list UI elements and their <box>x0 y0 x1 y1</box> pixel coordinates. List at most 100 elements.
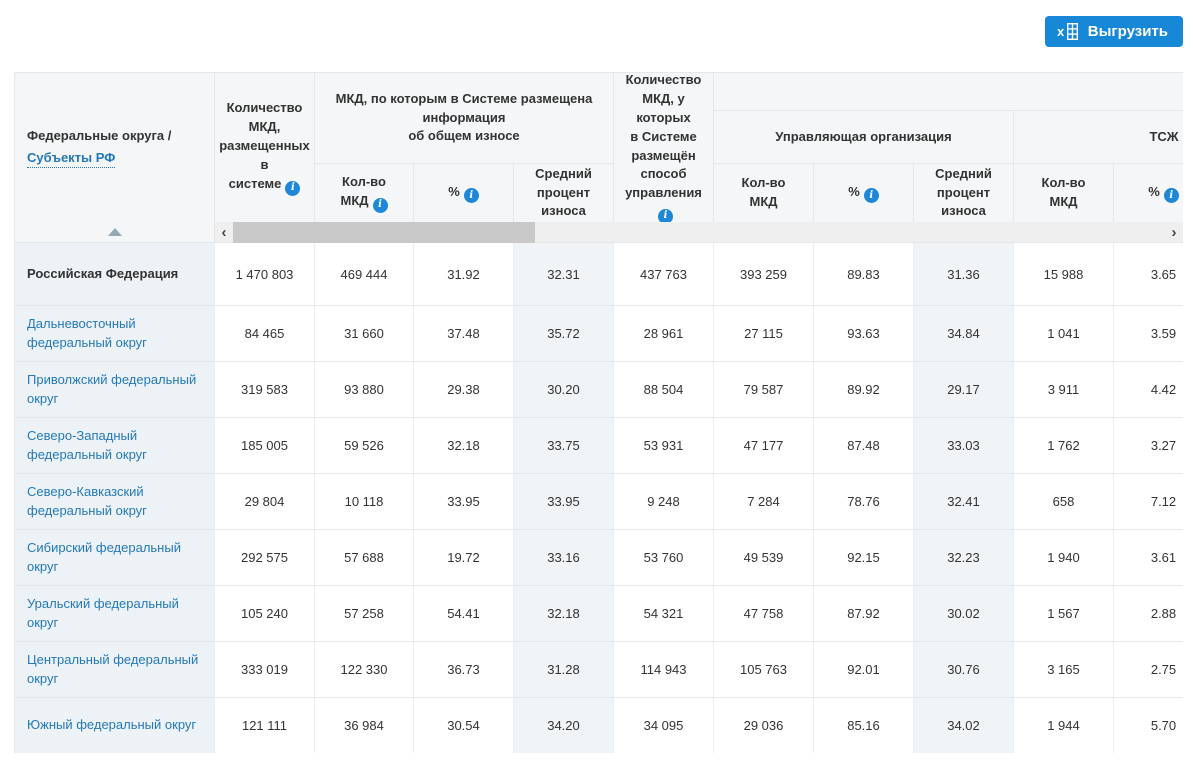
table-header: Федеральные округа / Субъекты РФ Количес… <box>15 73 1183 224</box>
value-cell-uo-average: 34.84 <box>914 306 1014 361</box>
subjects-rf-link[interactable]: Субъекты РФ <box>27 149 116 169</box>
value-cell-wear-count: 93 880 <box>315 362 414 417</box>
value-cell-total-in-system: 84 465 <box>215 306 315 361</box>
table-row: Приволжский федеральный округ 319 583 93… <box>15 362 1183 418</box>
region-link[interactable]: Северо-Кавказский федеральный округ <box>27 483 204 521</box>
value-cell-uo-average: 30.76 <box>914 642 1014 697</box>
region-column-header: Федеральные округа / Субъекты РФ <box>15 73 215 222</box>
header-mgmt-method: Количество МКД, у которых в Системе разм… <box>614 73 714 224</box>
value-cell-tsj-count: 3 911 <box>1014 362 1114 417</box>
horizontal-scrollbar[interactable]: ‹ › <box>215 222 1183 243</box>
value-cell-uo-percent: 92.15 <box>814 530 914 585</box>
export-button[interactable]: x Выгрузить <box>1044 16 1183 47</box>
header-total-in-system-label: Количество МКД, размещенных в системе <box>219 100 310 191</box>
info-icon[interactable]: i <box>863 188 879 204</box>
value-cell-mgmt-method: 28 961 <box>614 306 714 361</box>
value-cell-uo-count: 27 115 <box>714 306 814 361</box>
region-link[interactable]: Южный федеральный округ <box>27 716 196 735</box>
value-cell-uo-average: 32.41 <box>914 474 1014 529</box>
table-body: Российская Федерация 1 470 803 469 444 3… <box>15 243 1183 753</box>
value-cell-wear-count: 59 526 <box>315 418 414 473</box>
region-cell: Сибирский федеральный округ <box>15 530 215 585</box>
value-cell-tsj-count: 3 165 <box>1014 642 1114 697</box>
value-cell-wear-count: 57 688 <box>315 530 414 585</box>
header-wear-average: Средний процент износа <box>514 164 614 222</box>
value-cell-tsj-percent: 3.59 <box>1114 306 1183 361</box>
value-cell-mgmt-method: 34 095 <box>614 698 714 753</box>
value-cell-wear-percent: 36.73 <box>414 642 514 697</box>
region-link[interactable]: Дальневосточный федеральный округ <box>27 315 204 353</box>
value-cell-mgmt-method: 437 763 <box>614 243 714 305</box>
value-cell-total-in-system: 121 111 <box>215 698 315 753</box>
value-cell-wear-average: 33.16 <box>514 530 614 585</box>
region-link[interactable]: Уральский федеральный округ <box>27 595 204 633</box>
value-cell-uo-percent: 92.01 <box>814 642 914 697</box>
header-uo-percent-label: % <box>848 183 860 199</box>
svg-text:x: x <box>1057 24 1065 39</box>
value-cell-wear-average: 32.18 <box>514 586 614 641</box>
value-cell-total-in-system: 29 804 <box>215 474 315 529</box>
value-cell-uo-count: 79 587 <box>714 362 814 417</box>
value-cell-tsj-percent: 3.27 <box>1114 418 1183 473</box>
value-cell-wear-average: 31.28 <box>514 642 614 697</box>
value-cell-uo-average: 33.03 <box>914 418 1014 473</box>
value-cell-wear-percent: 32.18 <box>414 418 514 473</box>
scroll-left-icon[interactable]: ‹ <box>216 222 232 243</box>
table-row: Северо-Западный федеральный округ 185 00… <box>15 418 1183 474</box>
value-cell-uo-percent: 93.63 <box>814 306 914 361</box>
value-cell-wear-average: 32.31 <box>514 243 614 305</box>
value-cell-tsj-percent: 2.88 <box>1114 586 1183 641</box>
value-cell-uo-count: 393 259 <box>714 243 814 305</box>
header-wear-percent: % i <box>414 164 514 222</box>
value-cell-uo-percent: 89.92 <box>814 362 914 417</box>
value-cell-tsj-count: 1 944 <box>1014 698 1114 753</box>
value-cell-wear-count: 469 444 <box>315 243 414 305</box>
info-icon[interactable]: i <box>463 188 479 204</box>
region-link[interactable]: Сибирский федеральный округ <box>27 539 204 577</box>
value-cell-uo-count: 7 284 <box>714 474 814 529</box>
value-cell-mgmt-method: 114 943 <box>614 642 714 697</box>
table-row: Сибирский федеральный округ 292 575 57 6… <box>15 530 1183 586</box>
region-link[interactable]: Центральный федеральный округ <box>27 651 204 689</box>
value-cell-uo-percent: 89.83 <box>814 243 914 305</box>
header-tsj-percent-label: % <box>1148 183 1160 199</box>
table-row: Уральский федеральный округ 105 240 57 2… <box>15 586 1183 642</box>
info-icon[interactable]: i <box>372 197 388 213</box>
value-cell-uo-percent: 87.92 <box>814 586 914 641</box>
value-cell-uo-percent: 85.16 <box>814 698 914 753</box>
value-cell-total-in-system: 1 470 803 <box>215 243 315 305</box>
value-cell-wear-average: 33.95 <box>514 474 614 529</box>
value-cell-tsj-percent: 3.61 <box>1114 530 1183 585</box>
value-cell-wear-count: 57 258 <box>315 586 414 641</box>
value-cell-wear-count: 31 660 <box>315 306 414 361</box>
header-uo-count: Кол-во МКД <box>714 164 814 222</box>
value-cell-total-in-system: 333 019 <box>215 642 315 697</box>
scroll-right-icon[interactable]: › <box>1166 222 1182 243</box>
info-icon[interactable]: i <box>1163 188 1179 204</box>
value-cell-uo-count: 49 539 <box>714 530 814 585</box>
value-cell-tsj-percent: 7.12 <box>1114 474 1183 529</box>
value-cell-mgmt-method: 53 931 <box>614 418 714 473</box>
value-cell-uo-count: 105 763 <box>714 642 814 697</box>
region-cell: Центральный федеральный округ <box>15 642 215 697</box>
scrollbar-thumb[interactable] <box>233 222 535 243</box>
value-cell-uo-percent: 78.76 <box>814 474 914 529</box>
regions-table: Федеральные округа / Субъекты РФ Количес… <box>14 72 1183 753</box>
value-cell-wear-percent: 37.48 <box>414 306 514 361</box>
value-cell-uo-average: 29.17 <box>914 362 1014 417</box>
value-cell-wear-count: 122 330 <box>315 642 414 697</box>
region-link[interactable]: Приволжский федеральный округ <box>27 371 204 409</box>
value-cell-wear-percent: 31.92 <box>414 243 514 305</box>
header-tsj-percent: % i <box>1114 164 1183 222</box>
value-cell-wear-average: 34.20 <box>514 698 614 753</box>
value-cell-uo-average: 31.36 <box>914 243 1014 305</box>
table-row: Южный федеральный округ 121 111 36 984 3… <box>15 698 1183 753</box>
value-cell-wear-percent: 29.38 <box>414 362 514 417</box>
table-row: Российская Федерация 1 470 803 469 444 3… <box>15 243 1183 306</box>
header-tsj-count: Кол-во МКД <box>1014 164 1114 222</box>
sort-button[interactable] <box>15 222 215 242</box>
value-cell-wear-average: 35.72 <box>514 306 614 361</box>
region-link[interactable]: Северо-Западный федеральный округ <box>27 427 204 465</box>
info-icon[interactable]: i <box>285 180 301 196</box>
value-cell-uo-average: 34.02 <box>914 698 1014 753</box>
